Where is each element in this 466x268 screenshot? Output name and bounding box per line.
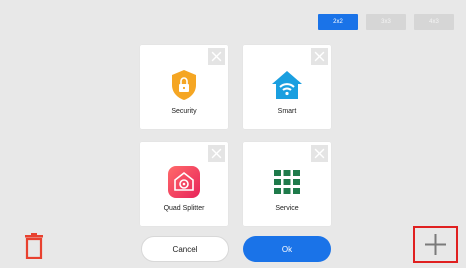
grid-dots-icon: [274, 170, 300, 194]
tile-security[interactable]: Security: [140, 45, 228, 129]
wifi-home-icon: [272, 71, 302, 99]
close-icon: [314, 51, 325, 62]
tile-label: Security: [171, 108, 197, 115]
add-tile-button[interactable]: [413, 226, 458, 263]
layout-tabs: 2x2 3x3 4x3: [318, 14, 454, 30]
tile-quad-splitter[interactable]: Quad Splitter: [140, 142, 228, 226]
remove-tile-button[interactable]: [208, 145, 225, 162]
camera-app-icon: [168, 166, 200, 198]
remove-tile-button[interactable]: [208, 48, 225, 65]
close-icon: [211, 148, 222, 159]
delete-button[interactable]: [24, 233, 44, 260]
tile-label: Service: [275, 205, 299, 212]
trash-icon: [25, 233, 43, 260]
close-icon: [211, 51, 222, 62]
plus-icon: [425, 234, 446, 255]
remove-tile-button[interactable]: [311, 48, 328, 65]
tile-service[interactable]: Service: [243, 142, 331, 226]
tile-smart[interactable]: Smart: [243, 45, 331, 129]
tile-label: Quad Splitter: [163, 205, 205, 212]
tab-2x2[interactable]: 2x2: [318, 14, 358, 30]
close-icon: [314, 148, 325, 159]
cancel-button[interactable]: Cancel: [141, 236, 229, 262]
tab-3x3[interactable]: 3x3: [366, 14, 406, 30]
tab-4x3[interactable]: 4x3: [414, 14, 454, 30]
tile-label: Smart: [277, 108, 297, 115]
lock-shield-icon: [172, 70, 196, 100]
remove-tile-button[interactable]: [311, 145, 328, 162]
ok-button[interactable]: Ok: [243, 236, 331, 262]
